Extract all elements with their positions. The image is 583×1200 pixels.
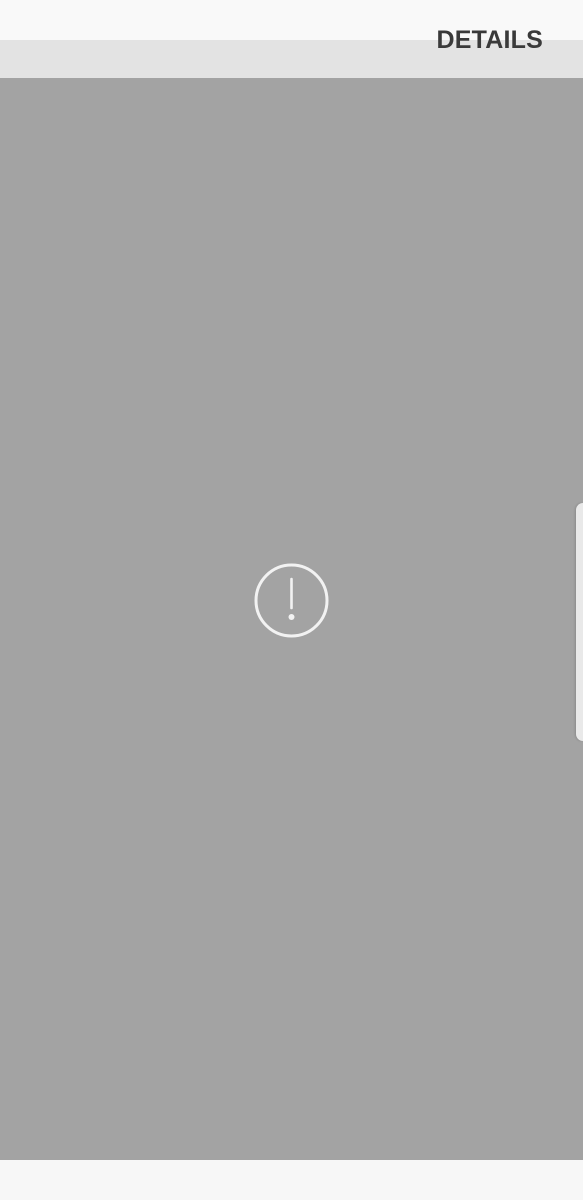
- edge-panel-handle[interactable]: [576, 503, 583, 741]
- details-button[interactable]: DETAILS: [435, 22, 546, 58]
- navigation-bar: [0, 1160, 583, 1200]
- app-screen: DETAILS: [0, 0, 583, 1200]
- exclamation-circle-icon: [254, 563, 329, 638]
